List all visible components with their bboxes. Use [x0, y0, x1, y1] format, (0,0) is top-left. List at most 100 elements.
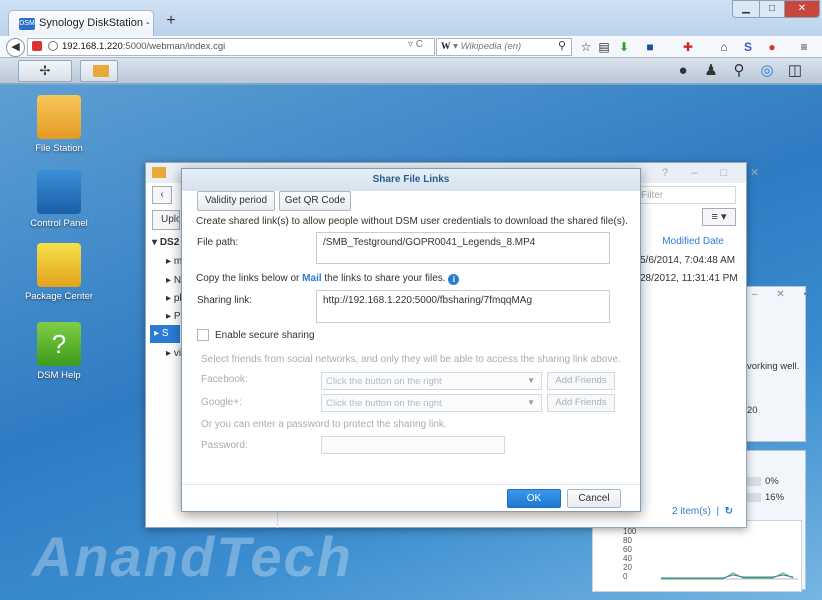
validity-period-button[interactable]: Validity period: [197, 191, 275, 211]
new-tab-button[interactable]: +: [160, 12, 182, 32]
facebook-add-friends-button[interactable]: Add Friends: [547, 372, 615, 390]
save-icon[interactable]: ■: [642, 38, 658, 56]
health-number: 20: [747, 405, 758, 416]
google-select[interactable]: Click the button on the right ▼: [321, 394, 542, 412]
site-identity-icon[interactable]: [32, 41, 42, 51]
file-path-label: File path:: [197, 237, 239, 248]
bookmark-star-icon[interactable]: ☆: [578, 38, 594, 56]
copy-links-text: Copy the links below or Mail the links t…: [196, 273, 460, 285]
cpu-percent: 0%: [765, 476, 779, 487]
user-icon[interactable]: ♟: [700, 60, 722, 82]
fs-upload-button[interactable]: Uplo: [152, 210, 180, 230]
watermark-logo: AnandTech: [32, 525, 353, 588]
wikipedia-icon: W: [441, 42, 451, 52]
file-station-window-controls[interactable]: ? – □ ✕: [662, 166, 769, 179]
password-label: Password:: [201, 440, 248, 451]
ram-bar: [745, 493, 761, 502]
google-add-friends-button[interactable]: Add Friends: [547, 394, 615, 412]
browser-tab[interactable]: DSM Synology DiskStation - DS214-...: [8, 10, 154, 36]
fs-back-button[interactable]: ‹: [152, 186, 172, 204]
file-station-taskbar-button[interactable]: [80, 60, 118, 82]
facebook-label: Facebook:: [201, 374, 248, 385]
secure-sharing-checkbox[interactable]: [197, 329, 209, 341]
select-placeholder: Click the button on the right: [326, 398, 442, 409]
sharing-link-label: Sharing link:: [197, 295, 253, 306]
search-icon[interactable]: ⚲: [728, 60, 750, 82]
cpu-bar: [745, 477, 761, 486]
ram-percent: 16%: [765, 492, 785, 503]
main-menu-button[interactable]: ✢: [18, 60, 72, 82]
google-label: Google+:: [201, 397, 242, 408]
search-bar[interactable]: W ▾ Wikipedia (en): [436, 38, 572, 56]
graph-lines: [661, 572, 798, 580]
url-host: 192.168.1.220: [62, 41, 123, 52]
tree-item[interactable]: ▸ vi: [166, 348, 181, 359]
control-panel-icon: [37, 170, 81, 214]
search-icon[interactable]: ⚲: [558, 39, 566, 52]
copy-text: Copy the links below or: [196, 273, 303, 284]
tree-label: N: [173, 275, 182, 286]
icon-label: Control Panel: [30, 218, 88, 229]
facebook-select[interactable]: Click the button on the right ▼: [321, 372, 542, 390]
desktop-icon-control-panel[interactable]: Control Panel: [22, 170, 96, 229]
icon-label: File Station: [35, 143, 83, 154]
sharing-link-field[interactable]: http://192.168.1.220:5000/fbsharing/7fmq…: [316, 290, 610, 323]
items-count: 2 item(s) | ↻: [672, 506, 734, 517]
tree-label: DS2: [159, 237, 180, 248]
download-icon[interactable]: ⬇: [616, 38, 632, 56]
refresh-icon[interactable]: ↻: [725, 506, 733, 517]
widget-controls[interactable]: – ✕ ▪: [752, 289, 815, 300]
cancel-button[interactable]: Cancel: [567, 489, 621, 508]
url-dropdown-reload-icon[interactable]: ▿ C: [408, 39, 423, 50]
tree-label: vi: [173, 348, 182, 359]
addon-abp-icon[interactable]: ●: [764, 38, 780, 56]
tree-label: S: [161, 328, 169, 339]
back-button[interactable]: ◀: [6, 38, 25, 57]
health-status: vorking well.: [747, 361, 800, 372]
tree-item-selected[interactable]: ▸ S: [150, 325, 180, 343]
tree-item[interactable]: ▸ m: [166, 256, 182, 267]
menu-icon[interactable]: ≡: [796, 38, 812, 56]
tree-item[interactable]: ▸ N: [166, 275, 181, 286]
globe-icon: [48, 41, 58, 51]
file-station-app-icon: [152, 167, 166, 178]
column-header-modified[interactable]: Modified Date: [636, 236, 736, 250]
pilot-view-icon[interactable]: ◫: [784, 60, 806, 82]
ok-button[interactable]: OK: [507, 489, 561, 508]
desktop-icon-file-station[interactable]: File Station: [22, 95, 96, 154]
dialog-title: Share File Links: [182, 169, 640, 191]
url-path: :5000/webman/index.cgi: [122, 41, 226, 52]
dsm-favicon-icon: DSM: [19, 18, 35, 30]
copy-text: the links to share your files.: [321, 273, 446, 284]
addon-icon[interactable]: ✚: [680, 38, 696, 56]
folder-search-icon: [93, 65, 109, 77]
url-bar[interactable]: 192.168.1.220:5000/webman/index.cgi: [27, 38, 435, 56]
select-placeholder: Click the button on the right: [326, 376, 442, 387]
file-date: 5/6/2014, 7:04:48 AM: [640, 255, 736, 266]
home-icon[interactable]: ⌂: [716, 38, 732, 56]
tree-item[interactable]: ▸ pl: [166, 293, 182, 304]
window-minimize-button[interactable]: ▁: [732, 0, 760, 18]
network-graph: 100 80 60 40 20 0: [592, 520, 802, 592]
notifications-icon[interactable]: ●: [672, 60, 694, 82]
addon-s-icon[interactable]: S: [740, 38, 756, 56]
fs-view-toggle[interactable]: ≡ ▾: [702, 208, 736, 226]
file-date: 28/2012, 11:31:41 PM: [640, 273, 738, 284]
package-center-icon: [37, 243, 81, 287]
window-maximize-button[interactable]: □: [759, 0, 785, 18]
password-field[interactable]: [321, 436, 505, 454]
tree-root[interactable]: ▾ DS2: [152, 237, 179, 248]
help-icon: ?: [37, 322, 81, 366]
info-icon[interactable]: i: [448, 274, 460, 285]
window-close-button[interactable]: ✕: [784, 0, 820, 18]
desktop-icon-package-center[interactable]: Package Center: [22, 243, 96, 302]
file-path-field[interactable]: /SMB_Testground/GOPR0041_Legends_8.MP4: [316, 232, 610, 264]
mail-link[interactable]: Mail: [302, 273, 321, 284]
widgets-icon[interactable]: ◎: [756, 60, 778, 82]
reading-list-icon[interactable]: ▤: [596, 38, 612, 56]
desktop-icon-dsm-help[interactable]: ? DSM Help: [22, 322, 96, 381]
get-qr-code-button[interactable]: Get QR Code: [279, 191, 351, 211]
system-health-widget: vorking well. 20: [742, 286, 806, 442]
fs-filter-input[interactable]: Filter: [636, 186, 736, 204]
password-intro: Or you can enter a password to protect t…: [201, 419, 447, 430]
